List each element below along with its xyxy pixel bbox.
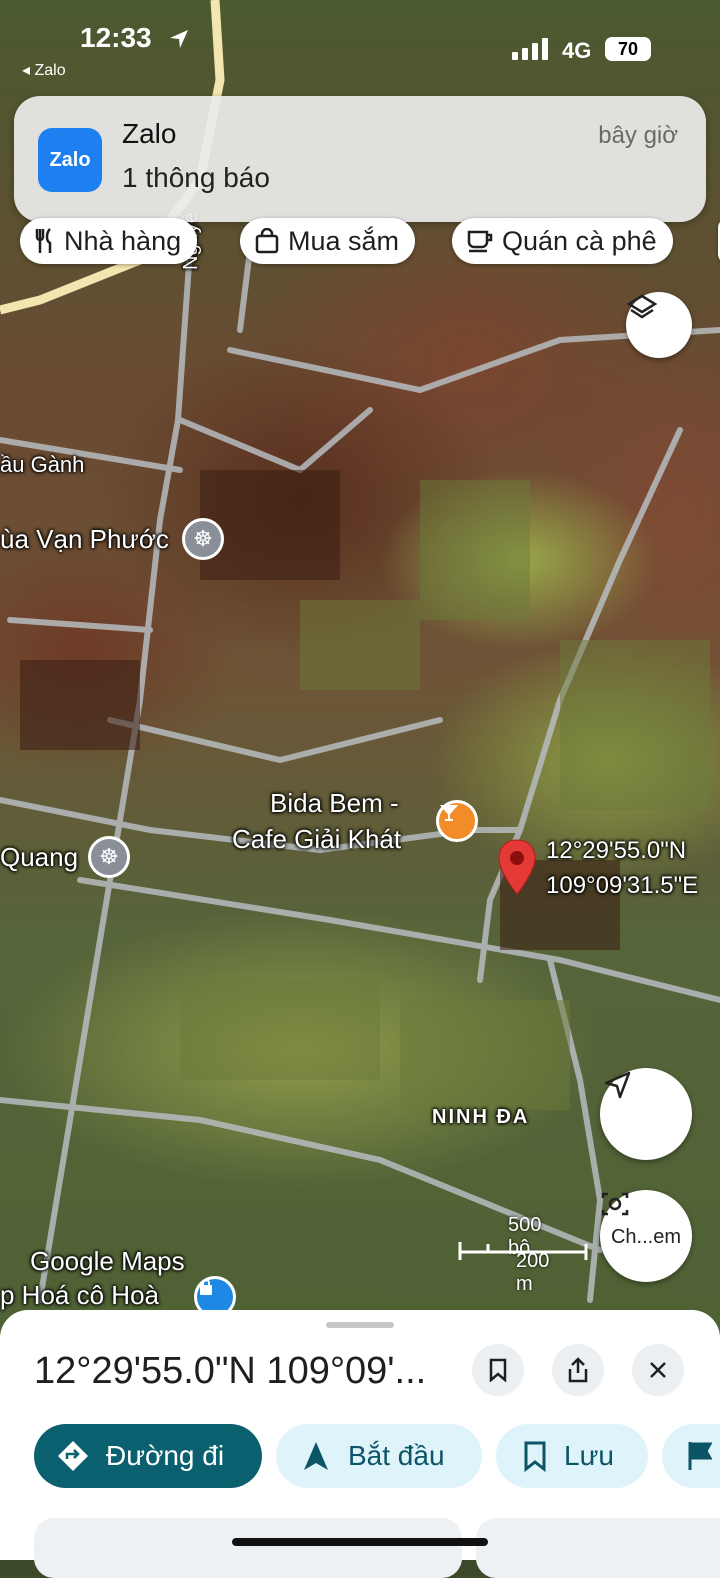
start-label: Bắt đầu (348, 1440, 445, 1471)
notification-app-name: Zalo (122, 118, 177, 149)
chip-label: Quán cà phê (502, 225, 657, 256)
directions-label: Đường đi (106, 1440, 225, 1471)
home-indicator[interactable] (232, 1538, 488, 1546)
scale-bar (458, 1242, 588, 1260)
directions-button[interactable]: Đường đi (34, 1424, 262, 1488)
status-time: 12:33 (80, 22, 152, 53)
status-bar: 12:33 ◂ Zalo 4G 70 (0, 18, 720, 79)
chip-restaurants[interactable]: Nhà hàng (20, 218, 198, 264)
camera-search-icon (601, 1192, 629, 1216)
layers-icon (626, 294, 658, 319)
shop-label[interactable]: p Hoá cô Hoà (0, 1280, 159, 1311)
start-button[interactable]: Bắt đầu (276, 1424, 482, 1488)
layers-button[interactable] (626, 292, 692, 358)
cocktail-icon[interactable] (436, 800, 478, 842)
sheet-drag-handle[interactable] (326, 1322, 394, 1328)
cafe-label-line2[interactable]: Cafe Giải Khát (232, 824, 401, 855)
info-card[interactable] (476, 1518, 720, 1578)
chip-label: Nhà hàng (64, 225, 182, 256)
area-label: ầu Gành (0, 452, 85, 477)
coord-lon-label: 109°09'31.5"E (546, 872, 699, 899)
coord-lat-label: 12°29'55.0"N (546, 837, 687, 864)
cafe-label-line1[interactable]: Bida Bem - (270, 788, 399, 819)
location-arrow-icon (170, 30, 188, 48)
info-card[interactable] (34, 1518, 462, 1578)
chip-label: Mua sắm (288, 225, 400, 256)
navigation-arrow-icon (304, 1442, 328, 1470)
district-label: NINH ĐA (432, 1106, 530, 1128)
notification-time: bây giờ (598, 122, 678, 149)
save-icon-button[interactable] (472, 1344, 524, 1396)
place-title: 12°29'55.0"N 109°09'... (34, 1350, 427, 1392)
notification-message: 1 thông báo (122, 162, 270, 193)
pagoda-label[interactable]: ùa Vạn Phước (0, 524, 169, 555)
place-bottom-sheet[interactable]: 12°29'55.0"N 109°09'... Đường đi Bắt đầu… (0, 1310, 720, 1578)
google-maps-watermark: Google Maps (30, 1246, 185, 1276)
street-view-label: Ch...em (610, 1225, 682, 1248)
coffee-cup-icon (467, 230, 493, 253)
navigation-arrow-icon (604, 1071, 631, 1099)
pagoda-icon[interactable]: ☸ (182, 518, 224, 560)
save-label: Lưu (564, 1440, 614, 1471)
zalo-app-icon: Zalo (38, 128, 102, 192)
network-type: 4G (562, 38, 592, 63)
save-button[interactable]: Lưu (496, 1424, 648, 1488)
close-icon (650, 1362, 666, 1378)
chip-shopping[interactable]: Mua sắm (240, 218, 416, 264)
chip-coffee[interactable]: Quán cà phê (452, 218, 673, 264)
street-view-button[interactable]: Ch...em (600, 1190, 692, 1282)
flag-icon (688, 1442, 712, 1470)
share-button[interactable] (552, 1344, 604, 1396)
location-pin-icon[interactable] (496, 838, 538, 896)
shopping-bag-icon (255, 228, 279, 254)
battery-icon: 70 (605, 37, 651, 61)
share-icon (568, 1357, 588, 1383)
notification-banner[interactable]: Zalo Zalo 1 thông báo bây giờ (14, 96, 706, 222)
directions-icon (58, 1441, 88, 1471)
signal-icon (512, 38, 548, 60)
bookmark-icon (489, 1358, 507, 1382)
fork-knife-icon (35, 228, 52, 253)
my-location-button[interactable] (600, 1068, 692, 1160)
pagoda-icon[interactable]: ☸ (88, 836, 130, 878)
bookmark-icon (524, 1441, 546, 1472)
close-button[interactable] (632, 1344, 684, 1396)
back-to-app-link[interactable]: ◂ Zalo (22, 60, 66, 80)
more-actions-button[interactable] (662, 1424, 720, 1488)
pagoda-label-2[interactable]: Quang (0, 842, 78, 873)
